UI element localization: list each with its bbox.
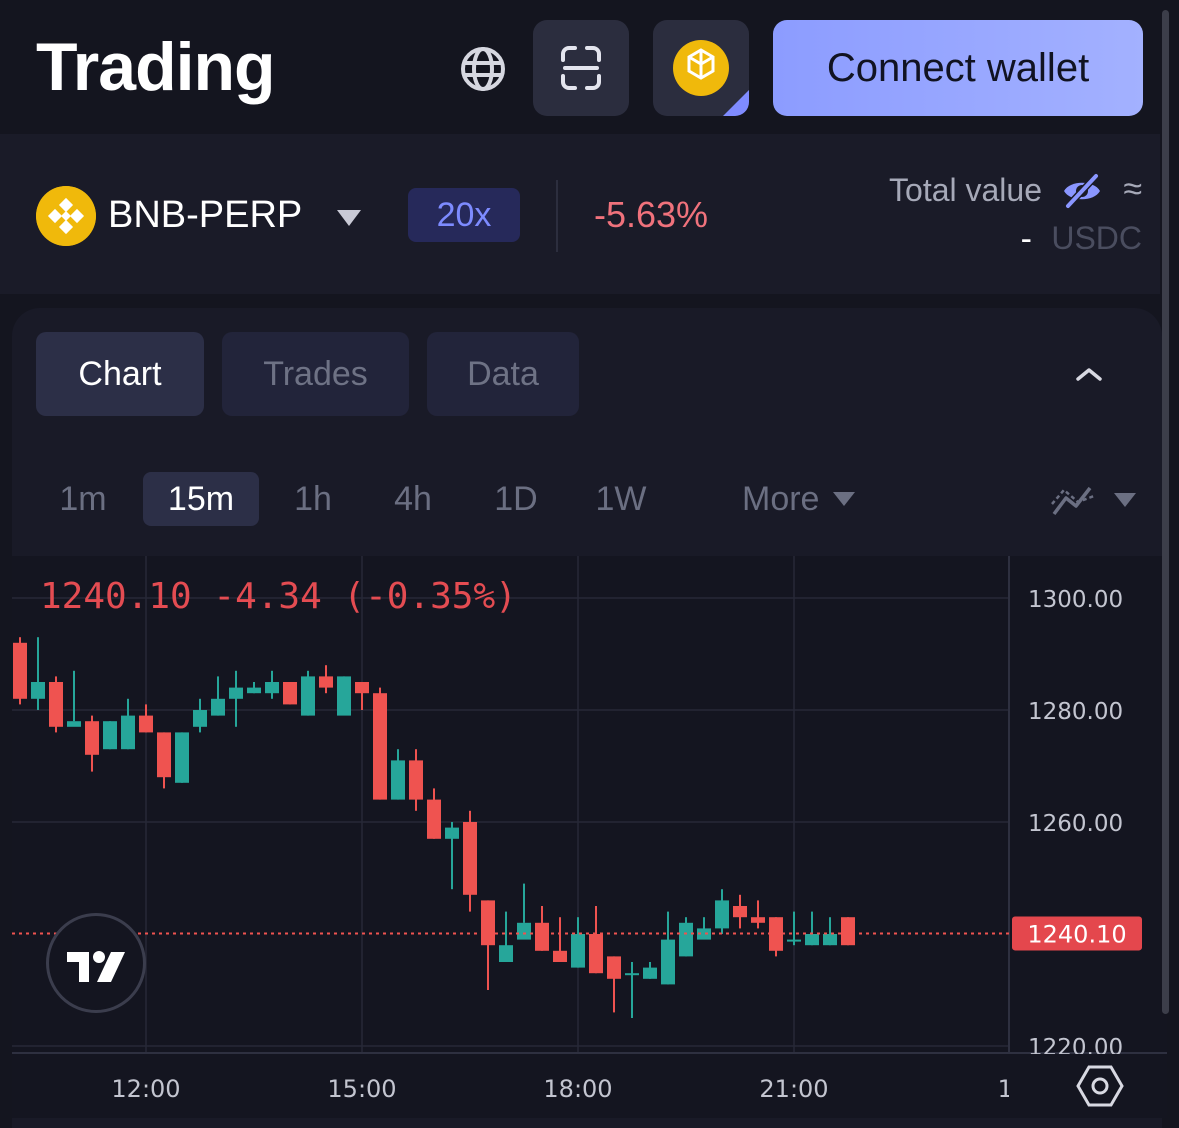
- timeframe-15m[interactable]: 15m: [143, 472, 259, 526]
- candle-body: [301, 676, 315, 716]
- scan-icon: [561, 46, 601, 90]
- candle-body: [823, 934, 837, 946]
- last-price-label: 1240.10: [1027, 920, 1126, 948]
- candle-body: [193, 710, 207, 727]
- candle-body: [283, 682, 297, 705]
- x-tick-label: 21:00: [759, 1075, 828, 1103]
- network-indicator: [723, 90, 749, 116]
- candle-body: [535, 922, 549, 951]
- chevron-down-icon: [833, 492, 856, 506]
- candle-body: [67, 721, 81, 727]
- candle-body: [481, 900, 495, 946]
- candle-body: [373, 693, 387, 800]
- candle-body: [211, 698, 225, 716]
- candle-body: [139, 715, 153, 733]
- candle-body: [391, 760, 405, 800]
- candle-body: [31, 682, 45, 699]
- candle-body: [175, 732, 189, 783]
- y-tick-label: 1300.00: [1028, 587, 1123, 613]
- candle-body: [337, 676, 351, 716]
- approx-toggle[interactable]: ≈: [1123, 170, 1142, 209]
- candle-body: [445, 827, 459, 839]
- ohlc-legend: 1240.10 -4.34 (-0.35%): [40, 576, 517, 617]
- timeframe-1m[interactable]: 1m: [50, 472, 116, 526]
- price-chart[interactable]: 1240.101300.001280.001260.001220.0012:00…: [12, 556, 1167, 1118]
- total-value-unit: USDC: [1051, 220, 1142, 256]
- connect-wallet-button[interactable]: Connect wallet: [773, 20, 1143, 116]
- more-label: More: [742, 479, 820, 518]
- candle-body: [499, 945, 513, 962]
- x-tick-label: 12:00: [111, 1075, 180, 1103]
- page-scrollbar[interactable]: [1162, 10, 1169, 1014]
- tradingview-logo[interactable]: [46, 913, 146, 1013]
- candle-body: [625, 973, 639, 976]
- candle-body: [103, 721, 117, 750]
- candle-body: [265, 682, 279, 694]
- scan-button[interactable]: [533, 20, 629, 116]
- more-timeframes-button[interactable]: More: [742, 472, 856, 526]
- timeframe-1h[interactable]: 1h: [284, 472, 342, 526]
- candle-body: [409, 760, 423, 800]
- divider: [556, 180, 558, 252]
- leverage-badge[interactable]: 20x: [408, 188, 520, 242]
- candle-body: [787, 939, 801, 942]
- price-change: -5.63%: [594, 194, 709, 235]
- tradingview-logo-icon: [67, 951, 125, 982]
- x-tick-label: 15:00: [327, 1075, 396, 1103]
- candle-body: [121, 715, 135, 750]
- timeframe-1w[interactable]: 1W: [586, 472, 656, 526]
- page-title: Trading: [36, 29, 276, 105]
- candle-body: [715, 900, 729, 929]
- candle-body: [229, 687, 243, 699]
- candle-body: [463, 822, 477, 895]
- candle-body: [607, 956, 621, 979]
- candle-body: [661, 939, 675, 985]
- eye-off-icon[interactable]: [1060, 172, 1104, 210]
- top-bar: Trading Connect wallet: [0, 0, 1179, 134]
- candle-body: [805, 934, 819, 946]
- timeframe-4h[interactable]: 4h: [382, 472, 444, 526]
- total-value-label: Total value: [889, 172, 1042, 208]
- y-tick-label: 1280.00: [1028, 699, 1123, 725]
- tab-chart[interactable]: Chart: [36, 332, 204, 416]
- x-tick-label: 18:00: [543, 1075, 612, 1103]
- candle-body: [643, 967, 657, 979]
- market-bar: BNB-PERP 20x -5.63% Total value ≈ - USDC: [0, 134, 1160, 294]
- chevron-down-icon[interactable]: [1114, 493, 1136, 507]
- candle-body: [157, 732, 171, 778]
- chevron-down-icon[interactable]: [337, 210, 361, 226]
- candle-body: [553, 950, 567, 962]
- candle-body: [679, 922, 693, 957]
- candle-body: [427, 799, 441, 839]
- candle-body: [13, 642, 27, 699]
- market-pair[interactable]: BNB-PERP: [108, 194, 302, 237]
- candle-body: [751, 917, 765, 923]
- candle-body: [247, 687, 261, 694]
- candle-body: [571, 934, 585, 968]
- globe-icon[interactable]: [458, 46, 508, 92]
- candle-body: [517, 922, 531, 940]
- candle-body: [49, 682, 63, 727]
- candle-body: [733, 906, 747, 918]
- candle-body: [319, 676, 333, 688]
- y-tick-label: 1260.00: [1028, 811, 1123, 837]
- candle-body: [589, 934, 603, 974]
- chevron-up-icon[interactable]: [1072, 362, 1106, 386]
- candle-body: [85, 721, 99, 755]
- total-value: -: [1020, 220, 1032, 258]
- tab-data[interactable]: Data: [427, 332, 579, 416]
- network-button[interactable]: [653, 20, 749, 116]
- tab-trades[interactable]: Trades: [222, 332, 409, 416]
- bnb-coin-icon: [36, 186, 96, 246]
- timeframe-1d[interactable]: 1D: [486, 472, 546, 526]
- candle-body: [841, 917, 855, 946]
- axis-corner: [1009, 1054, 1167, 1118]
- candle-body: [355, 682, 369, 694]
- indicators-icon[interactable]: [1050, 480, 1098, 520]
